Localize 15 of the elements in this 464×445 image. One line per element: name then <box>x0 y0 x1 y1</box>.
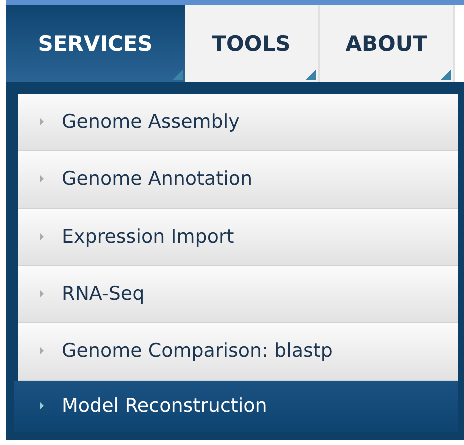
menu-tab[interactable]: TOOLS <box>185 5 320 82</box>
menu-item[interactable]: Expression Import <box>18 208 458 266</box>
menu-item[interactable]: RNA-Seq <box>18 266 458 324</box>
caret-icon <box>40 402 44 410</box>
menu-item[interactable]: Genome Comparison: blastp <box>18 323 458 381</box>
caret-icon <box>40 232 44 241</box>
menu-item[interactable]: Model Reconstruction <box>14 380 458 432</box>
caret-icon <box>40 118 44 126</box>
caret-icon <box>40 347 44 356</box>
caret-icon <box>40 290 44 298</box>
menu-tab[interactable]: ABOUT <box>320 5 455 82</box>
menu-item[interactable]: Genome Annotation <box>18 151 458 209</box>
menu-tab[interactable]: SERVICES <box>6 5 185 82</box>
menu-item[interactable]: Genome Assembly <box>18 94 458 152</box>
caret-icon <box>40 175 44 184</box>
